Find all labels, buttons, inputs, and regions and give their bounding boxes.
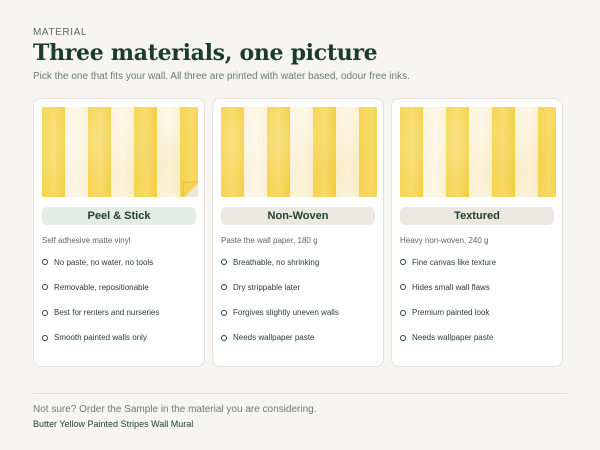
feature-item: Fine canvas like texture: [400, 257, 554, 267]
feature-item: No paste, no water, no tools: [42, 257, 196, 267]
page-subtitle: Pick the one that fits your wall. All th…: [33, 71, 410, 82]
bullet-icon: [400, 284, 406, 291]
product-name: Butter Yellow Painted Stripes Wall Mural: [33, 419, 194, 429]
feature-item: Forgives slightly uneven walls: [221, 308, 375, 318]
bullet-icon: [42, 309, 48, 316]
feature-text: Breathable, no shrinking: [233, 257, 320, 267]
stripes-preview-image: [400, 107, 556, 197]
feature-text: Needs wallpaper paste: [233, 333, 315, 343]
peel-corner-icon: [184, 183, 198, 197]
feature-item: Removable, repositionable: [42, 282, 196, 292]
material-spec: Heavy non-woven, 240 g: [400, 236, 489, 245]
bullet-icon: [400, 309, 406, 316]
bullet-icon: [42, 334, 48, 341]
sample-note: Not sure? Order the Sample in the materi…: [33, 404, 317, 415]
bullet-icon: [221, 309, 227, 316]
feature-item: Dry strippable later: [221, 282, 375, 292]
material-spec: Paste the wall paper, 180 g: [221, 236, 318, 245]
feature-list: No paste, no water, no tools Removable, …: [42, 257, 196, 343]
page-title: Three materials, one picture: [33, 40, 378, 66]
feature-text: Smooth painted walls only: [54, 333, 147, 343]
material-name-badge: Non-Woven: [221, 207, 375, 225]
material-options: Peel & Stick Self adhesive matte vinyl N…: [33, 98, 563, 367]
feature-list: Breathable, no shrinking Dry strippable …: [221, 257, 375, 343]
feature-text: Hides small wall flaws: [412, 282, 490, 292]
feature-item: Smooth painted walls only: [42, 333, 196, 343]
bullet-icon: [221, 259, 227, 265]
material-card-non-woven[interactable]: Non-Woven Paste the wall paper, 180 g Br…: [212, 98, 384, 367]
feature-list: Fine canvas like texture Hides small wal…: [400, 257, 554, 343]
section-divider: [33, 393, 567, 394]
material-name-badge: Peel & Stick: [42, 207, 196, 225]
feature-text: No paste, no water, no tools: [54, 257, 154, 267]
stripes-preview-image: [42, 107, 198, 197]
feature-text: Dry strippable later: [233, 282, 301, 292]
feature-item: Needs wallpaper paste: [400, 333, 554, 343]
feature-text: Premium painted look: [412, 308, 490, 318]
material-card-peel-stick[interactable]: Peel & Stick Self adhesive matte vinyl N…: [33, 98, 205, 367]
bullet-icon: [42, 284, 48, 291]
bullet-icon: [221, 334, 227, 341]
material-card-textured[interactable]: Textured Heavy non-woven, 240 g Fine can…: [391, 98, 563, 367]
section-eyebrow: MATERIAL: [33, 27, 88, 38]
material-name-badge: Textured: [400, 207, 554, 225]
bullet-icon: [42, 259, 48, 265]
feature-item: Premium painted look: [400, 308, 554, 318]
feature-text: Best for renters and nurseries: [54, 308, 160, 318]
feature-item: Breathable, no shrinking: [221, 257, 375, 267]
bullet-icon: [221, 284, 227, 291]
bullet-icon: [400, 259, 406, 265]
feature-item: Hides small wall flaws: [400, 282, 554, 292]
feature-text: Needs wallpaper paste: [412, 333, 494, 343]
stripes-preview-image: [221, 107, 377, 197]
bullet-icon: [400, 334, 406, 341]
material-spec: Self adhesive matte vinyl: [42, 236, 131, 245]
feature-item: Best for renters and nurseries: [42, 308, 196, 318]
feature-item: Needs wallpaper paste: [221, 333, 375, 343]
feature-text: Forgives slightly uneven walls: [233, 308, 339, 318]
feature-text: Removable, repositionable: [54, 282, 149, 292]
feature-text: Fine canvas like texture: [412, 257, 497, 267]
